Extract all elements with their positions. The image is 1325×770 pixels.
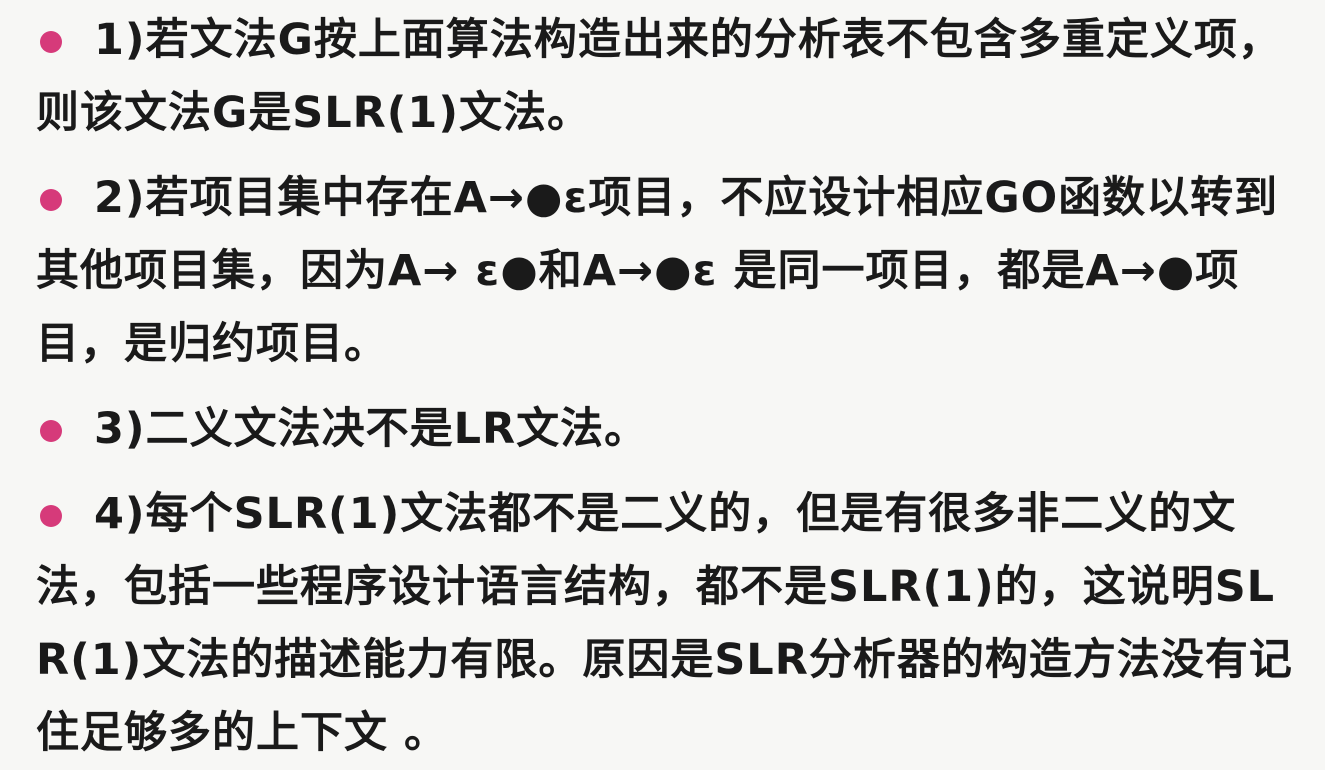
bullet-dot-icon bbox=[40, 31, 62, 53]
bullet-item-text: 2)若项目集中存在A→●ε项目，不应设计相应GO函数以转到其他项目集，因为A→ … bbox=[36, 173, 1279, 369]
bullet-item-2: 2)若项目集中存在A→●ε项目，不应设计相应GO函数以转到其他项目集，因为A→ … bbox=[36, 162, 1297, 381]
bullet-dot-icon bbox=[40, 505, 62, 527]
bullet-item-text: 4)每个SLR(1)文法都不是二义的，但是有很多非二义的文法，包括一些程序设计语… bbox=[36, 489, 1293, 758]
slide: 1)若文法G按上面算法构造出来的分析表不包含多重定义项，则该文法G是SLR(1)… bbox=[0, 0, 1325, 758]
bullet-item-4: 4)每个SLR(1)文法都不是二义的，但是有很多非二义的文法，包括一些程序设计语… bbox=[36, 478, 1297, 770]
bullet-dot-icon bbox=[40, 420, 62, 442]
bullet-item-3: 3)二义文法决不是LR文法。 bbox=[36, 393, 1297, 466]
bullet-item-text: 1)若文法G按上面算法构造出来的分析表不包含多重定义项，则该文法G是SLR(1)… bbox=[36, 15, 1282, 138]
bullet-item-text: 3)二义文法决不是LR文法。 bbox=[94, 404, 649, 454]
bullet-item-1: 1)若文法G按上面算法构造出来的分析表不包含多重定义项，则该文法G是SLR(1)… bbox=[36, 4, 1297, 150]
bullet-dot-icon bbox=[40, 189, 62, 211]
